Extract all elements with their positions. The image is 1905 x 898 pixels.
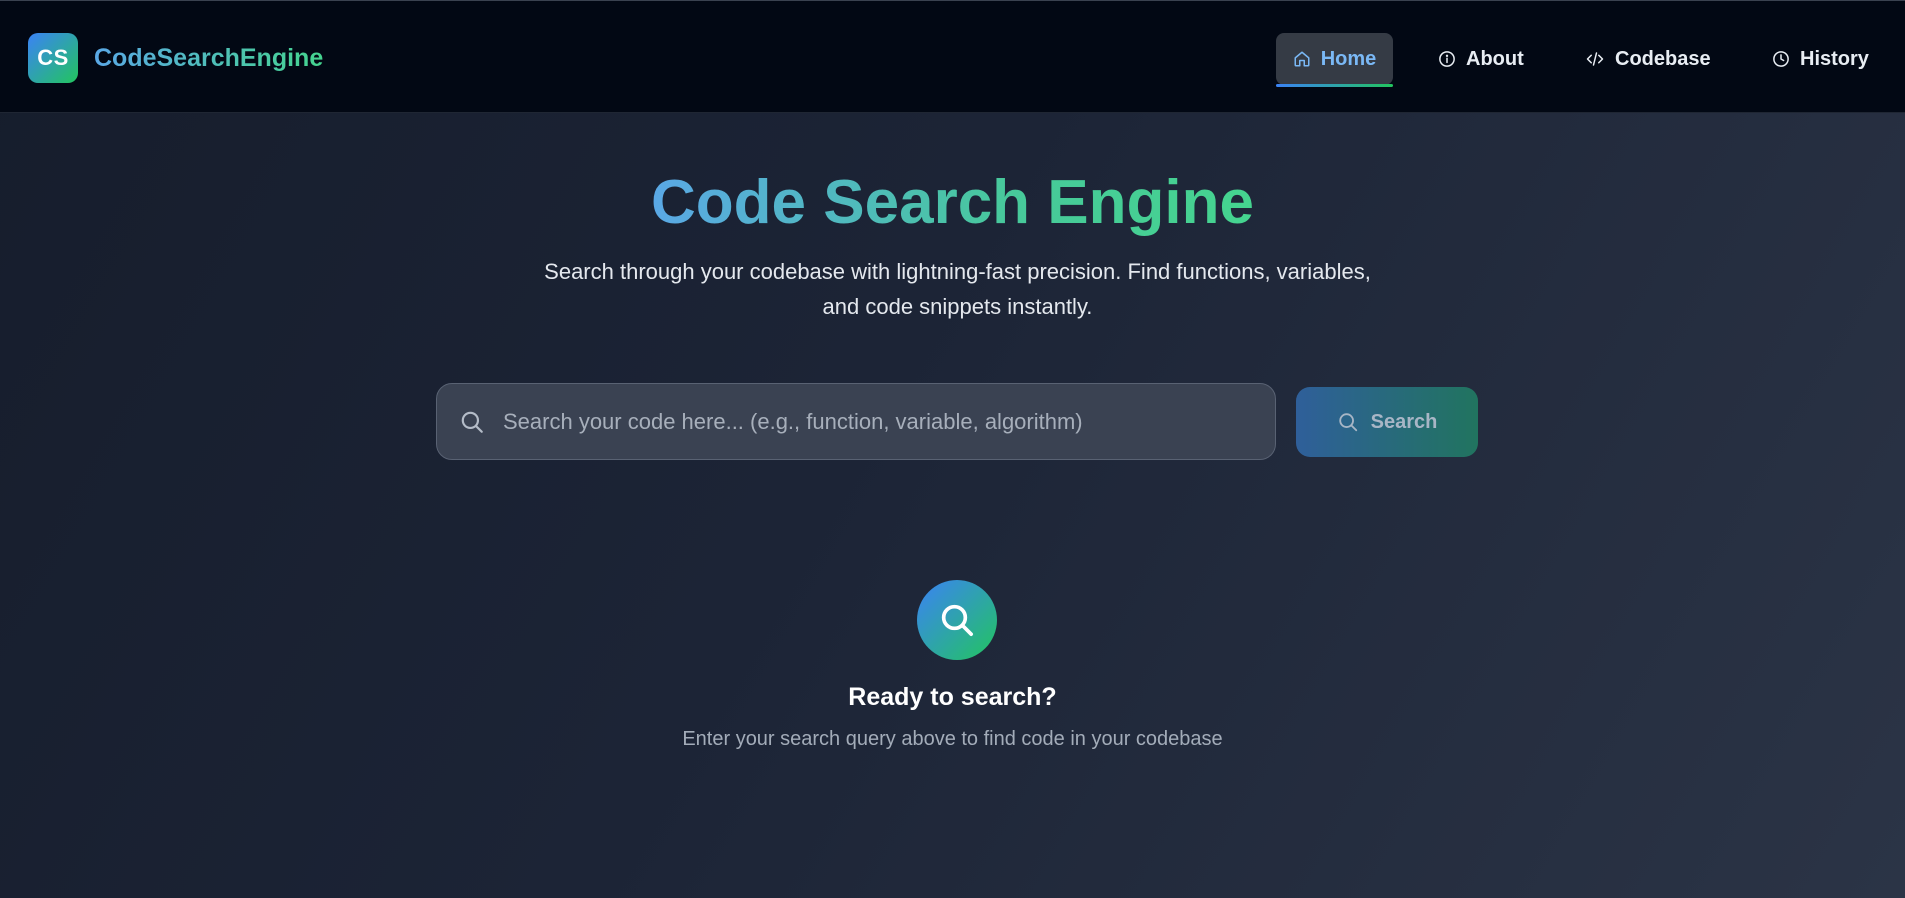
nav-item-about[interactable]: About bbox=[1438, 33, 1524, 85]
nav-item-label: About bbox=[1466, 47, 1524, 70]
logo-badge: CS bbox=[28, 33, 78, 83]
empty-state-badge bbox=[917, 580, 997, 660]
search-icon bbox=[1338, 413, 1357, 432]
logo-text: CS bbox=[37, 45, 69, 70]
empty-state-title: Ready to search? bbox=[848, 683, 1057, 711]
nav-item-label: History bbox=[1800, 47, 1869, 70]
search-icon bbox=[461, 411, 483, 433]
search-input[interactable] bbox=[503, 391, 1275, 452]
search-button-label: Search bbox=[1370, 410, 1438, 433]
nav-item-codebase[interactable]: Codebase bbox=[1585, 33, 1711, 85]
home-icon bbox=[1294, 51, 1310, 67]
nav-item-label: Home bbox=[1320, 47, 1377, 70]
code-icon bbox=[1586, 52, 1604, 66]
brand[interactable]: CS CodeSearchEngine bbox=[28, 33, 323, 83]
top-navbar: CS CodeSearchEngine Home About Codebase bbox=[0, 0, 1905, 113]
empty-state-message: Enter your search query above to find co… bbox=[682, 728, 1223, 750]
search-button[interactable]: Search bbox=[1296, 387, 1478, 457]
nav-item-label: Codebase bbox=[1615, 47, 1711, 70]
page-title: Code Search Engine bbox=[0, 166, 1905, 240]
page-subtitle: Search through your codebase with lightn… bbox=[544, 259, 1371, 319]
search-bar bbox=[436, 383, 1276, 460]
info-icon bbox=[1439, 51, 1455, 67]
brand-name: CodeSearchEngine bbox=[94, 43, 324, 72]
nav-item-home[interactable]: Home bbox=[1276, 33, 1393, 87]
page-title-text: Code Search Engine bbox=[651, 168, 1254, 237]
search-icon bbox=[941, 604, 973, 636]
nav-item-history[interactable]: History bbox=[1772, 33, 1869, 85]
clock-icon bbox=[1773, 51, 1789, 67]
